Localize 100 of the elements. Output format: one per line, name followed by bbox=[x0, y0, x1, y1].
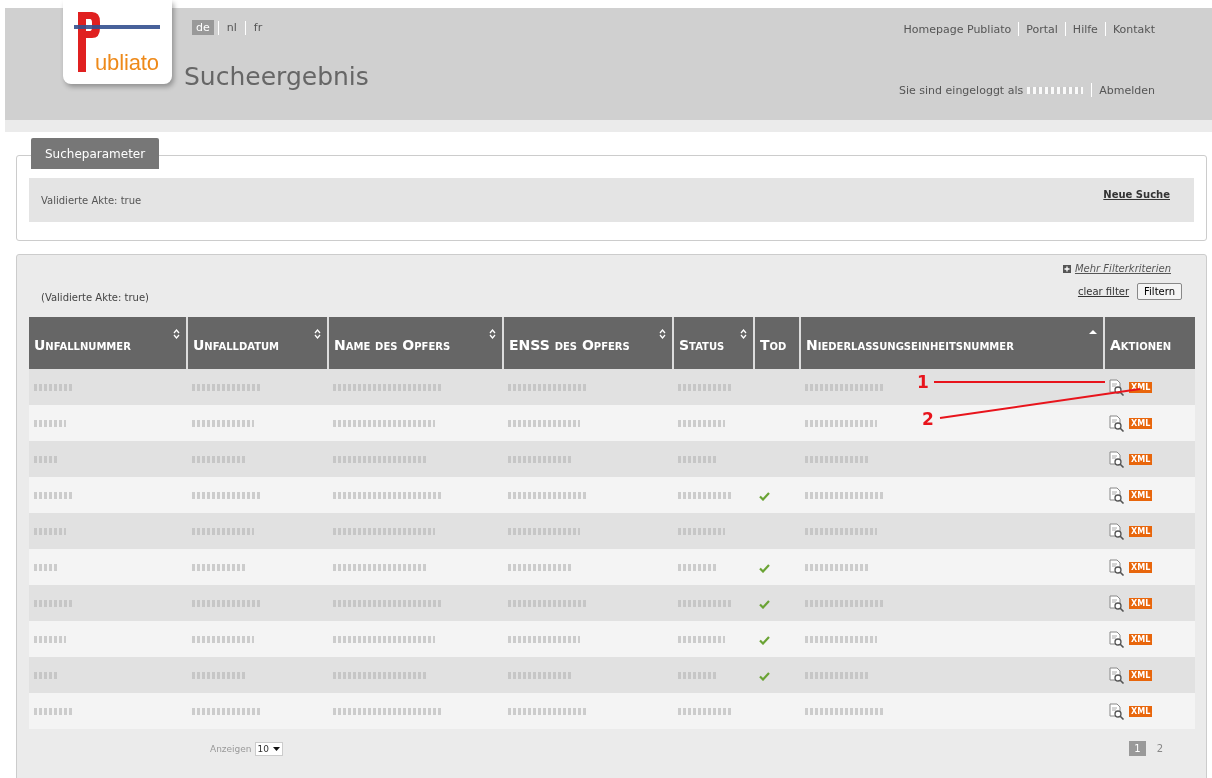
redacted-text bbox=[678, 635, 725, 643]
redacted-text bbox=[34, 635, 66, 643]
document-search-icon[interactable] bbox=[1109, 378, 1125, 396]
callout-number: 2 bbox=[922, 409, 934, 429]
redacted-text bbox=[34, 491, 74, 499]
filter-summary: (Validierte Akte: true) bbox=[41, 292, 149, 303]
page-title: Sucheergebnis bbox=[184, 62, 369, 91]
redacted-text bbox=[805, 635, 877, 643]
top-link[interactable]: Homepage Publiato bbox=[900, 22, 1015, 36]
redacted-text bbox=[34, 707, 74, 715]
more-filters-link[interactable]: Mehr Filterkriterien bbox=[1074, 263, 1171, 274]
sort-icon[interactable] bbox=[173, 329, 180, 339]
redacted-text bbox=[34, 383, 74, 391]
sort-icon[interactable] bbox=[740, 329, 747, 339]
page-link[interactable]: 2 bbox=[1151, 741, 1168, 756]
column-header[interactable]: Unfalldatum bbox=[187, 317, 328, 369]
logged-in-label: Sie sind eingeloggt als bbox=[899, 83, 1024, 97]
column-header[interactable]: Aktionen bbox=[1104, 317, 1195, 369]
document-search-icon[interactable] bbox=[1109, 414, 1125, 432]
redacted-text bbox=[805, 563, 869, 571]
redacted-text bbox=[192, 599, 262, 607]
redacted-text bbox=[34, 419, 66, 427]
redacted-text bbox=[34, 455, 58, 463]
xml-export-button[interactable]: XML bbox=[1129, 489, 1153, 501]
document-search-icon[interactable] bbox=[1109, 450, 1125, 468]
plus-icon[interactable] bbox=[1062, 264, 1071, 273]
page-size-label: Anzeigen bbox=[210, 743, 252, 754]
xml-export-button[interactable]: XML bbox=[1129, 597, 1153, 609]
sort-icon[interactable] bbox=[314, 329, 321, 339]
clear-filter-link[interactable]: clear filter bbox=[1077, 286, 1130, 297]
document-search-icon[interactable] bbox=[1109, 486, 1125, 504]
page-link[interactable]: 1 bbox=[1129, 741, 1146, 756]
redacted-text bbox=[678, 563, 717, 571]
xml-export-button[interactable]: XML bbox=[1129, 417, 1153, 429]
logo-drawing: ubliato bbox=[71, 8, 164, 76]
redacted-text bbox=[192, 455, 246, 463]
redacted-text bbox=[508, 635, 580, 643]
page-size-select[interactable]: 10 bbox=[254, 741, 284, 756]
redacted-text bbox=[508, 455, 572, 463]
redacted-text bbox=[805, 455, 869, 463]
redacted-text bbox=[34, 671, 58, 679]
redacted-text bbox=[678, 527, 725, 535]
redacted-text bbox=[34, 563, 58, 571]
redacted-text bbox=[678, 671, 717, 679]
redacted-text bbox=[508, 419, 580, 427]
document-search-icon[interactable] bbox=[1109, 702, 1125, 720]
dropdown-caret-icon bbox=[273, 746, 281, 751]
language-link[interactable]: de bbox=[192, 20, 214, 35]
redacted-text bbox=[34, 599, 74, 607]
column-header[interactable]: Status bbox=[673, 317, 754, 369]
redacted-text bbox=[192, 563, 246, 571]
language-link[interactable]: nl bbox=[222, 20, 241, 35]
redacted-text bbox=[805, 671, 869, 679]
column-header[interactable]: Niederlassungseinheitsnummer bbox=[800, 317, 1104, 369]
language-link[interactable]: fr bbox=[249, 20, 267, 35]
sort-icon[interactable] bbox=[489, 329, 496, 339]
redacted-text bbox=[508, 563, 572, 571]
column-header[interactable]: Unfallnummer bbox=[29, 317, 187, 369]
document-search-icon[interactable] bbox=[1109, 522, 1125, 540]
document-search-icon[interactable] bbox=[1109, 558, 1125, 576]
redacted-text bbox=[805, 527, 877, 535]
top-link[interactable]: Kontakt bbox=[1109, 22, 1158, 36]
panel-tab[interactable]: Sucheparameter bbox=[31, 138, 160, 169]
xml-export-button[interactable]: XML bbox=[1129, 705, 1153, 717]
redacted-username bbox=[1027, 86, 1084, 94]
new-search-link[interactable]: Neue Suche bbox=[1103, 189, 1170, 200]
redacted-text bbox=[192, 419, 254, 427]
document-search-icon[interactable] bbox=[1109, 666, 1125, 684]
xml-export-button[interactable]: XML bbox=[1129, 453, 1153, 465]
callout-number: 1 bbox=[917, 372, 929, 392]
column-header[interactable]: Name des Opfers bbox=[328, 317, 503, 369]
redacted-text bbox=[508, 527, 580, 535]
redacted-text bbox=[192, 491, 262, 499]
redacted-text bbox=[678, 455, 717, 463]
filter-button[interactable]: Filtern bbox=[1137, 283, 1182, 300]
redacted-text bbox=[508, 671, 572, 679]
parameter-summary: Validierte Akte: true bbox=[41, 194, 142, 206]
redacted-text bbox=[678, 383, 733, 391]
column-header[interactable]: Tod bbox=[754, 317, 800, 369]
redacted-text bbox=[192, 635, 254, 643]
redacted-text bbox=[678, 491, 733, 499]
sort-ascending-icon[interactable] bbox=[1089, 329, 1097, 335]
sort-icon[interactable] bbox=[659, 329, 666, 339]
redacted-text bbox=[192, 527, 254, 535]
top-link[interactable]: Hilfe bbox=[1069, 22, 1101, 36]
xml-export-button[interactable]: XML bbox=[1129, 525, 1153, 537]
document-search-icon[interactable] bbox=[1109, 630, 1125, 648]
redacted-text bbox=[34, 527, 66, 535]
top-link[interactable]: Portal bbox=[1023, 22, 1061, 36]
column-header[interactable]: ENSS des Opfers bbox=[503, 317, 673, 369]
document-search-icon[interactable] bbox=[1109, 594, 1125, 612]
xml-export-button[interactable]: XML bbox=[1129, 561, 1153, 573]
redacted-text bbox=[192, 383, 262, 391]
redacted-text bbox=[192, 707, 262, 715]
logout-link[interactable]: Abmelden bbox=[1096, 83, 1158, 97]
redacted-text bbox=[678, 707, 733, 715]
redacted-text bbox=[805, 419, 877, 427]
xml-export-button[interactable]: XML bbox=[1129, 633, 1153, 645]
xml-export-button[interactable]: XML bbox=[1129, 669, 1153, 681]
redacted-text bbox=[192, 671, 246, 679]
